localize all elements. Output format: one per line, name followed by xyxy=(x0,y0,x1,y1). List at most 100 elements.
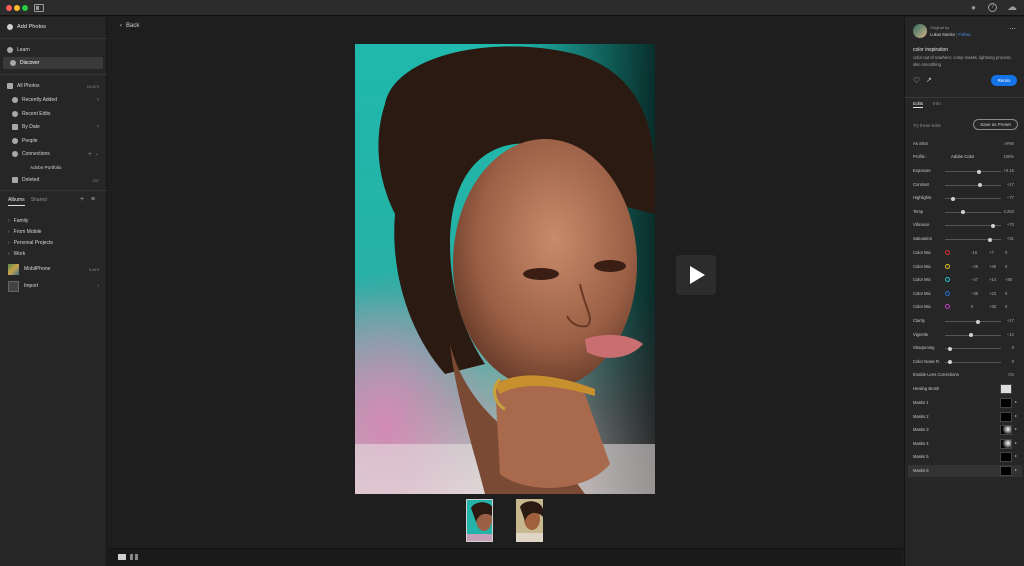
color-mix-swatch[interactable] xyxy=(945,304,950,310)
color-mix-label: Color Mix xyxy=(913,290,931,296)
slider-knob[interactable] xyxy=(978,183,983,188)
slider-track[interactable] xyxy=(945,346,1001,351)
healing-brush-thumbnail[interactable] xyxy=(1000,384,1012,394)
sidebar-item-learn[interactable]: Learn xyxy=(0,44,107,56)
chevron-right-icon[interactable]: › xyxy=(97,283,99,289)
chevron-left-icon[interactable]: ‹ xyxy=(97,97,99,103)
help-icon[interactable]: ? xyxy=(988,3,997,12)
sidebar-item-recent-edits[interactable]: Recent Edits xyxy=(0,108,107,120)
avatar[interactable] xyxy=(913,24,927,38)
slider-label: Contrast xyxy=(913,181,929,187)
sidebar-item-discover[interactable]: Discover xyxy=(3,57,103,69)
color-mix-value: 0 xyxy=(971,304,974,310)
sidebar-item-people[interactable]: People xyxy=(0,135,107,147)
single-view-icon[interactable] xyxy=(118,554,126,560)
heart-icon[interactable]: ♡ xyxy=(913,76,920,85)
mask-thumbnail[interactable] xyxy=(1000,398,1012,408)
profile-amount: 100% xyxy=(1003,154,1014,159)
sidebar-item-deleted[interactable]: Deleted 237 xyxy=(0,174,107,186)
album-item[interactable]: › Work xyxy=(0,248,107,260)
slider-track[interactable] xyxy=(945,333,1001,338)
add-photos-button[interactable]: Add Photos xyxy=(7,21,114,33)
mask-menu-icon[interactable]: ▸ xyxy=(1015,413,1017,418)
chevron-left-icon[interactable]: ‹ xyxy=(97,124,99,130)
profile-value[interactable]: Adobe Color xyxy=(951,154,974,159)
toggle-sidebar-icon[interactable] xyxy=(34,4,44,12)
tab-edits[interactable]: Edits xyxy=(913,101,924,108)
mask-label: Masks 4 xyxy=(913,440,929,446)
slider-track[interactable] xyxy=(945,319,1001,324)
mask-thumbnail[interactable] xyxy=(1000,452,1012,463)
slider-track[interactable] xyxy=(945,237,1001,242)
bell-icon[interactable]: ● xyxy=(969,3,978,12)
slider-knob[interactable] xyxy=(961,210,966,215)
slider-track[interactable] xyxy=(945,183,1001,188)
slider-track[interactable] xyxy=(945,223,1001,228)
zoom-window-button[interactable] xyxy=(22,5,28,11)
slider-knob[interactable] xyxy=(947,346,952,351)
mask-menu-icon[interactable]: ▸ xyxy=(1015,467,1017,472)
mask-menu-icon[interactable]: ▸ xyxy=(1015,453,1017,458)
as-shot-value: ARW xyxy=(1004,141,1014,146)
mask-menu-icon[interactable]: ▸ xyxy=(1015,440,1017,445)
album-item-mobilephone[interactable]: MobilPhone 5,819 xyxy=(0,262,107,276)
lens-corrections-value[interactable]: On xyxy=(1008,372,1014,377)
tab-info[interactable]: Info xyxy=(933,101,941,106)
sidebar-item-recently-added[interactable]: Recently Added ‹ xyxy=(0,94,107,106)
more-icon[interactable]: ⋯ xyxy=(1009,25,1016,33)
mask-menu-icon[interactable]: ▸ xyxy=(1015,426,1017,431)
close-window-button[interactable] xyxy=(6,5,12,11)
color-mix-swatch[interactable] xyxy=(945,277,950,283)
minimize-window-button[interactable] xyxy=(14,5,20,11)
cloud-icon[interactable]: ☁ xyxy=(1007,3,1017,13)
slider-knob[interactable] xyxy=(977,169,982,174)
color-mix-value: +46 xyxy=(989,263,997,269)
add-album-icon[interactable]: + xyxy=(80,196,84,203)
sidebar-item-connections[interactable]: Connections + ⌄ xyxy=(0,148,107,160)
sidebar-item-adobe-portfolio[interactable]: Adobe Portfolio xyxy=(0,161,107,173)
slider-knob[interactable] xyxy=(990,223,995,228)
slider-knob[interactable] xyxy=(976,319,981,324)
slider-knob[interactable] xyxy=(969,333,974,338)
back-button[interactable]: ‹ Back xyxy=(120,23,139,29)
add-connection-icon[interactable]: + xyxy=(88,151,92,158)
slider-track[interactable] xyxy=(945,169,1001,174)
tab-albums[interactable]: Albums xyxy=(8,197,25,206)
slider-value: 0 xyxy=(1011,345,1014,351)
author-name[interactable]: Lukas Menke xyxy=(930,32,955,37)
sidebar-item-by-date[interactable]: By Date ‹ xyxy=(0,121,107,133)
slider-knob[interactable] xyxy=(951,196,956,201)
edit-icon xyxy=(12,111,18,117)
color-mix-swatch[interactable] xyxy=(945,250,950,255)
mask-menu-icon[interactable]: ▸ xyxy=(1015,399,1017,404)
mask-thumbnail[interactable] xyxy=(1000,425,1012,436)
slider-label: Vignette xyxy=(913,331,929,337)
color-mix-swatch[interactable] xyxy=(945,290,950,296)
slider-track[interactable] xyxy=(945,360,1001,365)
color-mix-value: +80 xyxy=(1005,277,1013,283)
slider-track[interactable] xyxy=(945,196,1001,201)
mask-label: Masks 5 xyxy=(913,454,929,460)
sort-icon[interactable]: ≡ xyxy=(91,196,95,203)
compass-icon xyxy=(10,60,16,66)
play-button[interactable] xyxy=(676,255,716,295)
tab-shared[interactable]: Shared xyxy=(31,197,47,206)
compare-view-icon[interactable] xyxy=(130,554,138,560)
album-item-import[interactable]: Import › xyxy=(0,279,107,293)
filmstrip-thumb-after[interactable] xyxy=(516,499,543,542)
remix-button[interactable]: Remix xyxy=(991,75,1017,86)
slider-knob[interactable] xyxy=(947,360,952,365)
slider-knob[interactable] xyxy=(988,237,993,242)
share-icon[interactable]: ↗ xyxy=(926,76,932,84)
follow-link[interactable]: Follow xyxy=(958,32,970,37)
mask-thumbnail[interactable] xyxy=(1000,411,1012,422)
filmstrip-thumb-before[interactable] xyxy=(466,499,493,542)
color-mix-swatch[interactable] xyxy=(945,263,950,269)
chevron-down-icon[interactable]: ⌄ xyxy=(95,151,99,157)
mask-thumbnail[interactable] xyxy=(1000,438,1012,449)
slider-track[interactable] xyxy=(945,210,1001,215)
sidebar-item-all-photos[interactable]: All Photos 15,875 xyxy=(0,80,107,92)
mask-thumbnail[interactable] xyxy=(1000,466,1012,476)
main-photo[interactable] xyxy=(355,44,655,494)
save-as-preset-button[interactable]: Save as Preset xyxy=(973,119,1018,130)
